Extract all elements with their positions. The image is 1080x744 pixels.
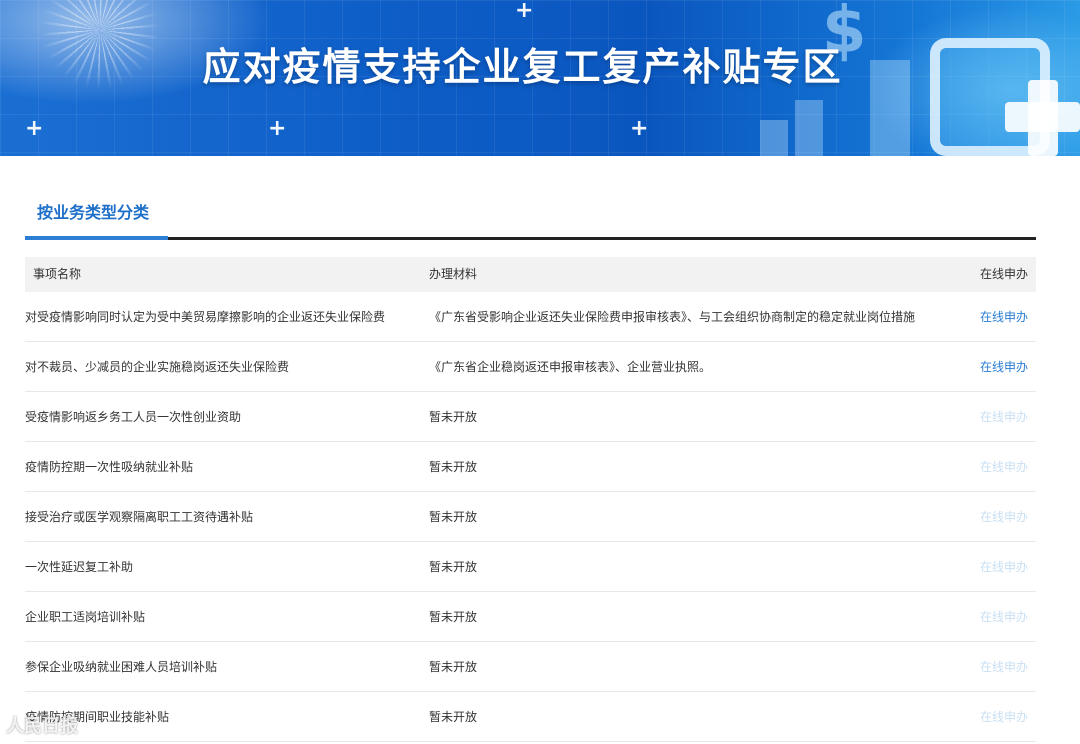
header-online-apply: 在线申办 (979, 267, 1028, 281)
tab-divider (168, 237, 1036, 240)
table-row: 疫情防控期间职业技能补贴 暂未开放 在线申办 (25, 692, 1036, 742)
table-row: 对不裁员、少减员的企业实施稳岗返还失业保险费 《广东省企业稳岗返还申报审核表》、… (25, 342, 1036, 392)
online-apply-link-disabled: 在线申办 (979, 610, 1028, 624)
row-item-name: 对不裁员、少减员的企业实施稳岗返还失业保险费 (25, 360, 290, 374)
category-tabs: 按业务类型分类 (25, 196, 1036, 241)
table-row: 受疫情影响返乡务工人员一次性创业资助 暂未开放 在线申办 (25, 392, 1036, 442)
tab-business-type[interactable]: 按业务类型分类 (25, 196, 179, 236)
table-row: 一次性延迟复工补助 暂未开放 在线申办 (25, 542, 1036, 592)
table-row: 参保企业吸纳就业困难人员培训补贴 暂未开放 在线申办 (25, 642, 1036, 692)
row-materials: 《广东省企业稳岗返还申报审核表》、企业营业执照。 (429, 360, 712, 374)
row-materials: 暂未开放 (429, 560, 478, 574)
row-materials: 暂未开放 (429, 460, 478, 474)
banner: $ + + + + 应对疫情支持企业复工复产补贴专区 (0, 0, 1080, 156)
online-apply-link[interactable]: 在线申办 (980, 342, 1028, 392)
row-item-name: 参保企业吸纳就业困难人员培训补贴 (25, 660, 218, 674)
online-apply-link-disabled: 在线申办 (979, 410, 1028, 424)
online-apply-link-disabled: 在线申办 (979, 660, 1028, 674)
header-materials: 办理材料 (429, 267, 478, 281)
row-item-name: 一次性延迟复工补助 (25, 560, 134, 574)
online-apply-link[interactable]: 在线申办 (980, 292, 1028, 342)
online-apply-link-disabled: 在线申办 (979, 510, 1028, 524)
row-materials: 暂未开放 (429, 610, 478, 624)
online-apply-link-disabled: 在线申办 (979, 710, 1028, 724)
row-item-name: 企业职工适岗培训补贴 (25, 610, 146, 624)
row-materials: 暂未开放 (429, 660, 478, 674)
row-item-name: 疫情防控期一次性吸纳就业补贴 (25, 460, 194, 474)
table-header: 事项名称 办理材料 在线申办 (25, 257, 1036, 292)
watermark-logo: 人民日报 (6, 716, 78, 737)
row-item-name: 对受疫情影响同时认定为受中美贸易摩擦影响的企业返还失业保险费 (25, 310, 386, 324)
subsidy-table: 事项名称 办理材料 在线申办 对受疫情影响同时认定为受中美贸易摩擦影响的企业返还… (25, 257, 1036, 742)
row-materials: 暂未开放 (429, 510, 478, 524)
online-apply-link-disabled: 在线申办 (979, 460, 1028, 474)
plus-icon: + (268, 116, 287, 141)
row-materials: 《广东省受影响企业返还失业保险费申报审核表》、与工会组织协商制定的稳定就业岗位措… (429, 310, 916, 324)
header-item-name: 事项名称 (33, 267, 82, 281)
online-apply-link-disabled: 在线申办 (979, 560, 1028, 574)
table-row: 企业职工适岗培训补贴 暂未开放 在线申办 (25, 592, 1036, 642)
plus-icon: + (630, 116, 649, 141)
table-row: 对受疫情影响同时认定为受中美贸易摩擦影响的企业返还失业保险费 《广东省受影响企业… (25, 292, 1036, 342)
row-item-name: 接受治疗或医学观察隔离职工工资待遇补贴 (25, 510, 254, 524)
active-tab-indicator (25, 236, 168, 240)
row-materials: 暂未开放 (429, 710, 478, 724)
row-materials: 暂未开放 (429, 410, 478, 424)
row-item-name: 受疫情影响返乡务工人员一次性创业资助 (25, 410, 242, 424)
table-row: 疫情防控期一次性吸纳就业补贴 暂未开放 在线申办 (25, 442, 1036, 492)
plus-icon: + (515, 0, 534, 23)
plus-icon: + (25, 116, 44, 141)
table-row: 接受治疗或医学观察隔离职工工资待遇补贴 暂未开放 在线申办 (25, 492, 1036, 542)
page-title: 应对疫情支持企业复工复产补贴专区 (202, 45, 843, 89)
